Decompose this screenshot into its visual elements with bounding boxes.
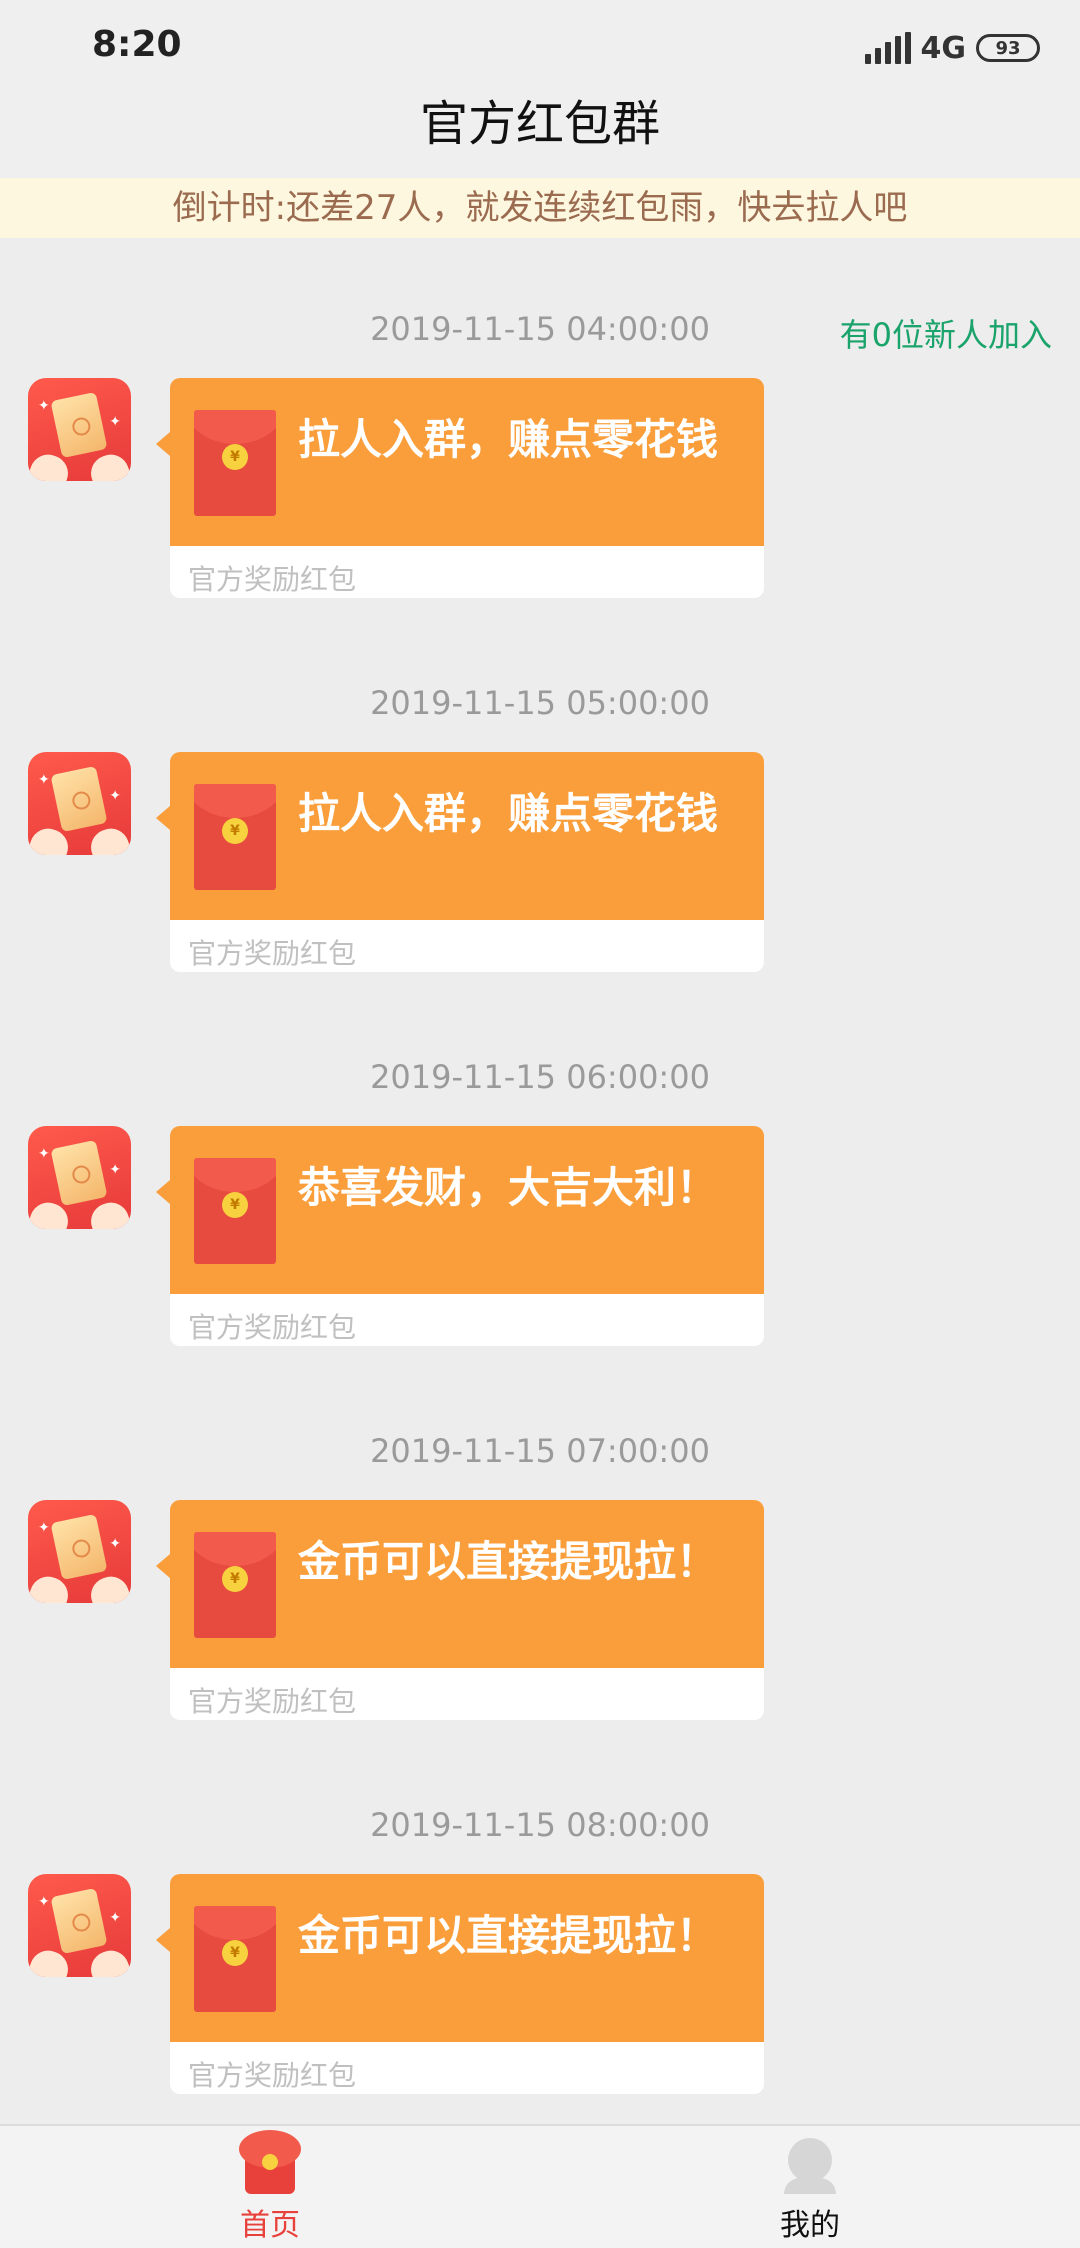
sparkle-icon: ✦ (38, 1520, 50, 1536)
envelope-icon (50, 1513, 108, 1581)
sparkle-icon: ✦ (38, 398, 50, 414)
hand-icon (85, 449, 131, 481)
bubble-body: ¥ 拉人入群，赚点零花钱 (170, 378, 764, 546)
red-packet-icon: ¥ (194, 1158, 276, 1264)
message-timestamp: 2019-11-15 07:00:00 (370, 1432, 710, 1470)
red-packet-message: 恭喜发财，大吉大利！ (298, 1163, 719, 1212)
message-timestamp: 2019-11-15 06:00:00 (370, 1058, 710, 1096)
red-packet-source: 官方奖励红包 (188, 563, 357, 596)
red-packet-bubble[interactable]: ¥ 拉人入群，赚点零花钱 官方奖励红包 (156, 752, 764, 972)
battery-level: 93 (995, 37, 1021, 59)
coin-icon: ¥ (222, 818, 248, 844)
bubble-tail (156, 1180, 170, 1204)
red-packet-message: 拉人入群，赚点零花钱 (298, 415, 719, 464)
coin-icon: ¥ (222, 1192, 248, 1218)
red-packet-bubble[interactable]: ¥ 金币可以直接提现拉！ 官方奖励红包 (156, 1874, 764, 2094)
battery-icon: 93 (976, 34, 1040, 62)
message-item: 2019-11-15 06:00:00 ✦ ✦ ¥ 恭喜发财，大吉大利！ 官方奖… (0, 1058, 1080, 1418)
bubble-tail (156, 806, 170, 830)
sparkle-icon: ✦ (109, 1536, 121, 1552)
bubble-tail (156, 1928, 170, 1952)
bubble-body: ¥ 恭喜发财，大吉大利！ (170, 1126, 764, 1294)
red-packet-avatar-icon[interactable]: ✦ ✦ (28, 1126, 131, 1229)
app-screen: 8:20 4G 93 官方红包群 倒计时:还差27人，就发连续红包雨，快去拉人吧… (0, 0, 1080, 2248)
hand-icon (85, 1197, 131, 1229)
nav-home-label: 首页 (240, 2208, 300, 2243)
coin-icon: ¥ (222, 444, 248, 470)
bubble-body: ¥ 金币可以直接提现拉！ (170, 1500, 764, 1668)
red-packet-icon: ¥ (194, 784, 276, 890)
bubble-body: ¥ 金币可以直接提现拉！ (170, 1874, 764, 2042)
red-packet-source: 官方奖励红包 (188, 2059, 357, 2092)
message-item: 2019-11-15 05:00:00 ✦ ✦ ¥ 拉人入群，赚点零花钱 官方奖… (0, 684, 1080, 1044)
red-packet-bubble[interactable]: ¥ 拉人入群，赚点零花钱 官方奖励红包 (156, 378, 764, 598)
red-packet-bubble[interactable]: ¥ 恭喜发财，大吉大利！ 官方奖励红包 (156, 1126, 764, 1346)
red-packet-message: 金币可以直接提现拉！ (298, 1911, 719, 1960)
coin-icon: ¥ (222, 1566, 248, 1592)
red-packet-avatar-icon[interactable]: ✦ ✦ (28, 378, 131, 481)
nav-home-tab[interactable]: 首页 (170, 2130, 370, 2244)
sparkle-icon: ✦ (38, 1894, 50, 1910)
red-packet-avatar-icon[interactable]: ✦ ✦ (28, 1874, 131, 1977)
envelope-icon (50, 765, 108, 833)
page-title: 官方红包群 (419, 96, 660, 152)
message-timestamp: 2019-11-15 08:00:00 (370, 1806, 710, 1844)
home-icon (239, 2130, 301, 2194)
red-packet-avatar-icon[interactable]: ✦ ✦ (28, 1500, 131, 1603)
hand-icon (85, 823, 131, 855)
red-packet-icon: ¥ (194, 1532, 276, 1638)
sparkle-icon: ✦ (109, 788, 121, 804)
red-packet-message: 拉人入群，赚点零花钱 (298, 789, 719, 838)
sparkle-icon: ✦ (38, 772, 50, 788)
envelope-icon (50, 391, 108, 459)
new-members-notice: 有0位新人加入 (839, 316, 1052, 354)
sparkle-icon: ✦ (109, 414, 121, 430)
red-packet-source: 官方奖励红包 (188, 1685, 357, 1718)
red-packet-icon: ¥ (194, 1906, 276, 2012)
coin-icon: ¥ (222, 1940, 248, 1966)
red-packet-source: 官方奖励红包 (188, 1311, 357, 1344)
sparkle-icon: ✦ (109, 1910, 121, 1926)
message-item: 2019-11-15 07:00:00 ✦ ✦ ¥ 金币可以直接提现拉！ 官方奖… (0, 1432, 1080, 1792)
bubble-body: ¥ 拉人入群，赚点零花钱 (170, 752, 764, 920)
red-packet-message: 金币可以直接提现拉！ (298, 1537, 719, 1586)
bubble-tail (156, 1554, 170, 1578)
countdown-banner: 倒计时:还差27人，就发连续红包雨，快去拉人吧 (0, 178, 1080, 238)
signal-icon (864, 32, 911, 64)
red-packet-icon: ¥ (194, 410, 276, 516)
profile-icon (784, 2138, 836, 2194)
top-bar: 8:20 4G 93 官方红包群 (0, 0, 1080, 178)
envelope-icon (50, 1139, 108, 1207)
hand-icon (85, 1571, 131, 1603)
envelope-icon (50, 1887, 108, 1955)
bubble-tail (156, 432, 170, 456)
hand-icon (85, 1945, 131, 1977)
sparkle-icon: ✦ (38, 1146, 50, 1162)
network-type: 4G (920, 30, 967, 66)
message-timestamp: 2019-11-15 05:00:00 (370, 684, 710, 722)
message-item: 2019-11-15 04:00:00 有0位新人加入 ✦ ✦ ¥ 拉人入群，赚… (0, 310, 1080, 670)
red-packet-avatar-icon[interactable]: ✦ ✦ (28, 752, 131, 855)
nav-me-label: 我的 (780, 2208, 840, 2243)
status-indicators: 4G 93 (864, 28, 1040, 68)
sparkle-icon: ✦ (109, 1162, 121, 1178)
red-packet-bubble[interactable]: ¥ 金币可以直接提现拉！ 官方奖励红包 (156, 1500, 764, 1720)
bottom-nav: 首页 我的 (0, 2124, 1080, 2248)
nav-me-tab[interactable]: 我的 (710, 2138, 910, 2244)
red-packet-source: 官方奖励红包 (188, 937, 357, 970)
message-item: 2019-11-15 08:00:00 ✦ ✦ ¥ 金币可以直接提现拉！ 官方奖… (0, 1806, 1080, 2166)
status-time: 8:20 (92, 24, 182, 65)
